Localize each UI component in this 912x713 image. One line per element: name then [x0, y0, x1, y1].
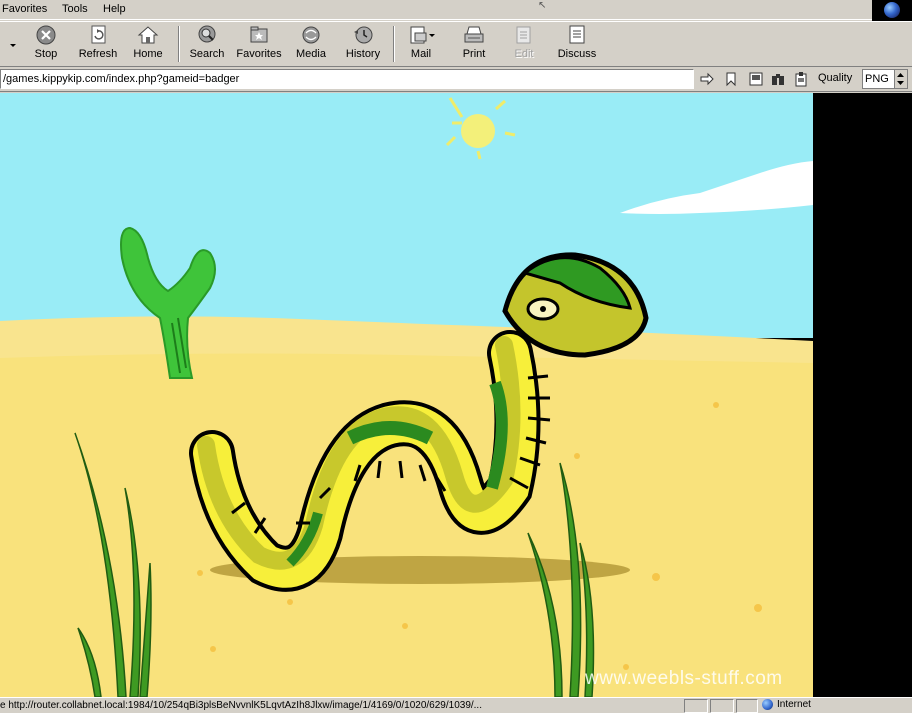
discuss-icon	[569, 25, 585, 44]
page-info-icon[interactable]	[748, 71, 764, 87]
menu-tools[interactable]: Tools	[62, 3, 88, 15]
toolbar: Stop Refresh Home Search Favorites Media…	[0, 21, 912, 67]
refresh-label: Refresh	[78, 48, 118, 60]
print-button[interactable]: Print	[456, 24, 492, 64]
zone-label: Internet	[777, 699, 811, 711]
favorites-button[interactable]: Favorites	[232, 24, 286, 64]
watermark-text: www.weebls-stuff.com	[585, 668, 783, 689]
search-icon	[198, 25, 216, 43]
print-label: Print	[462, 48, 486, 60]
bookmark-icon[interactable]	[723, 71, 739, 87]
status-bar: e http://router.collabnet.local:1984/10/…	[0, 697, 912, 713]
status-panel	[684, 699, 708, 713]
history-button[interactable]: History	[340, 24, 386, 64]
status-text: e http://router.collabnet.local:1984/10/…	[0, 700, 482, 711]
mail-label: Mail	[410, 48, 432, 60]
toolbar-separator	[178, 26, 180, 62]
menu-help[interactable]: Help	[103, 3, 126, 15]
chevron-down-icon	[10, 44, 16, 47]
history-icon	[354, 26, 373, 44]
security-zone: Internet	[762, 699, 811, 713]
search-button[interactable]: Search	[187, 24, 227, 64]
clipboard-icon[interactable]	[793, 71, 809, 87]
quality-spinner[interactable]	[894, 70, 907, 88]
media-label: Media	[296, 48, 326, 60]
print-icon	[464, 26, 484, 43]
history-label: History	[345, 48, 381, 60]
address-bar: /games.kippykip.com/index.php?gameid=bad…	[0, 67, 912, 92]
menu-favorites[interactable]: Favorites	[2, 3, 47, 15]
media-icon	[302, 26, 320, 44]
stop-button[interactable]: Stop	[28, 24, 64, 64]
home-icon	[137, 26, 159, 44]
status-panel	[710, 699, 734, 713]
discuss-label: Discuss	[557, 48, 597, 60]
back-dropdown-button[interactable]	[6, 24, 20, 64]
media-button[interactable]: Media	[292, 24, 330, 64]
game-canvas[interactable]	[0, 93, 813, 697]
search-label: Search	[189, 48, 225, 60]
mail-button[interactable]: Mail	[402, 24, 440, 64]
internet-globe-icon	[762, 699, 773, 710]
home-button[interactable]: Home	[130, 24, 166, 64]
home-label: Home	[133, 48, 163, 60]
favorites-label: Favorites	[236, 48, 282, 60]
go-arrow-icon[interactable]	[699, 71, 715, 87]
url-input[interactable]: /games.kippykip.com/index.php?gameid=bad…	[0, 69, 694, 89]
binoculars-icon[interactable]	[770, 71, 786, 87]
stop-icon	[36, 25, 56, 45]
stop-label: Stop	[34, 48, 58, 60]
mail-icon	[410, 26, 435, 44]
windows-globe-icon	[884, 2, 900, 18]
edit-icon	[516, 26, 531, 44]
edit-label: Edit	[514, 48, 534, 60]
quality-select[interactable]: PNG	[862, 69, 908, 89]
favorites-icon	[250, 26, 268, 43]
sky	[0, 93, 813, 338]
status-panel	[736, 699, 758, 713]
refresh-icon	[91, 25, 106, 44]
toolbar-separator	[393, 26, 395, 62]
quality-value: PNG	[865, 73, 889, 85]
refresh-button[interactable]: Refresh	[74, 24, 122, 64]
cursor-icon: ↖	[538, 0, 547, 11]
spinner-arrows-icon	[897, 73, 904, 85]
menu-bar: Favorites Tools Help ↖	[0, 0, 912, 22]
browser-viewport: www.weebls-stuff.com	[0, 93, 912, 697]
discuss-button[interactable]: Discuss	[556, 24, 598, 64]
edit-button[interactable]: Edit	[508, 24, 540, 64]
quality-label: Quality	[818, 72, 853, 84]
browser-throbber	[872, 0, 912, 22]
